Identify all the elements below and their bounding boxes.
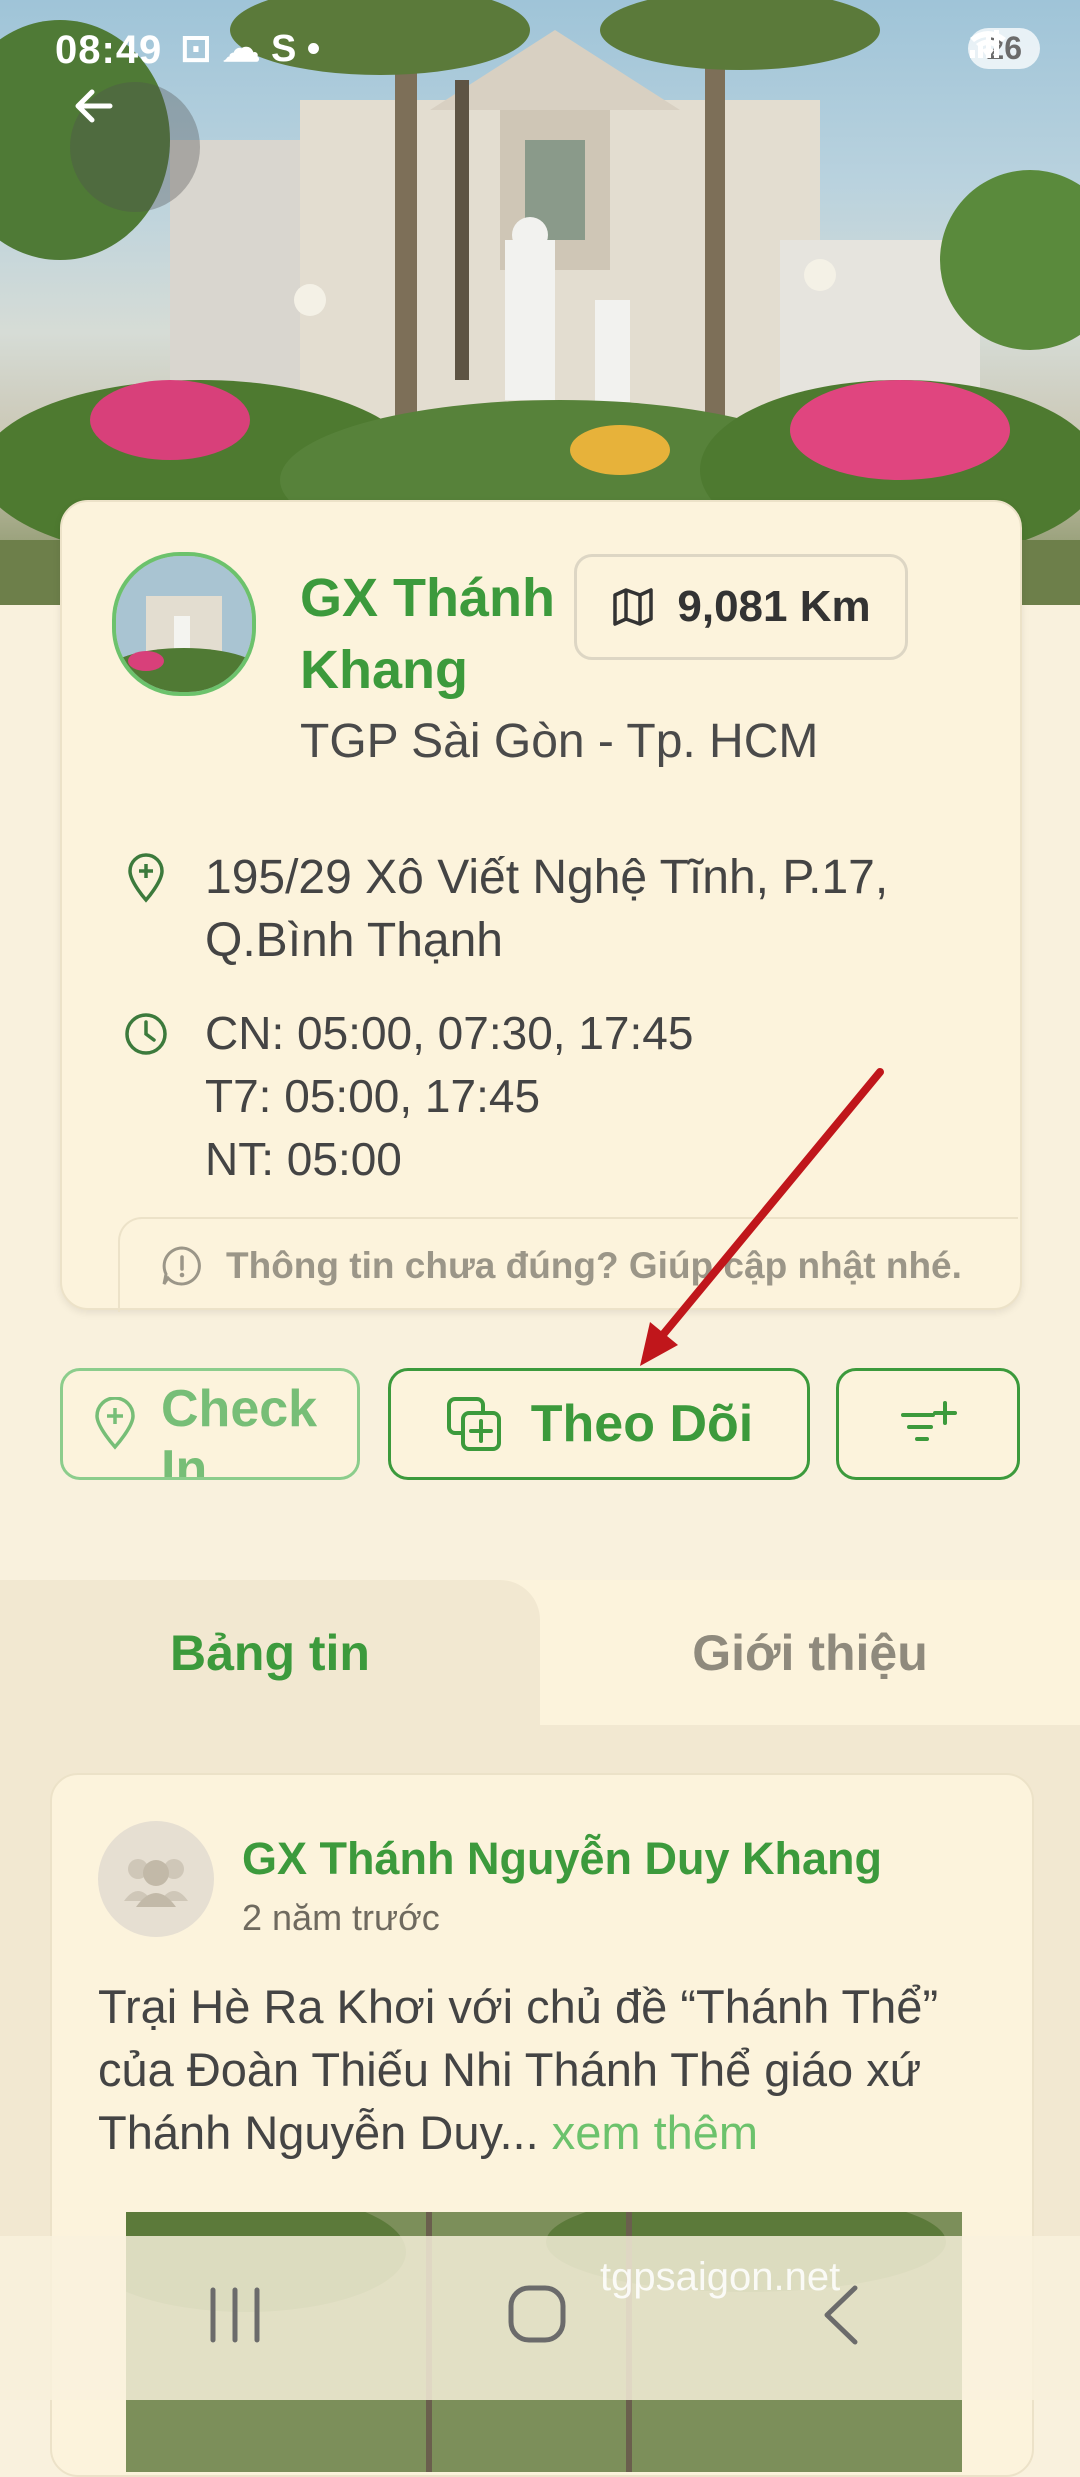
tab-news-label: Bảng tin [170,1624,370,1681]
post-author-avatar [98,1821,214,1937]
group-icon [124,1859,188,1907]
tab-news-feed[interactable]: Bảng tin [0,1580,540,1725]
tab-introduction[interactable]: Giới thiệu [540,1580,1080,1725]
watermark-text: tgpsaigon.net [600,2255,841,2299]
home-icon[interactable] [505,2280,569,2350]
recent-apps-icon[interactable] [205,2280,265,2350]
see-more-link[interactable]: xem thêm [552,2106,758,2159]
tab-bar: Bảng tin Giới thiệu [0,1580,1080,1725]
post-author-name[interactable]: GX Thánh Nguyễn Duy Khang [242,1833,882,1885]
system-navigation-bar [0,2236,1080,2400]
post-body: Trại Hè Ra Khơi với chủ đề “Thánh Thể” c… [98,1975,998,2164]
post-timestamp: 2 năm trước [242,1897,440,1938]
tab-intro-label: Giới thiệu [692,1624,928,1681]
post-text: Trại Hè Ra Khơi với chủ đề “Thánh Thể” c… [98,1980,939,2159]
